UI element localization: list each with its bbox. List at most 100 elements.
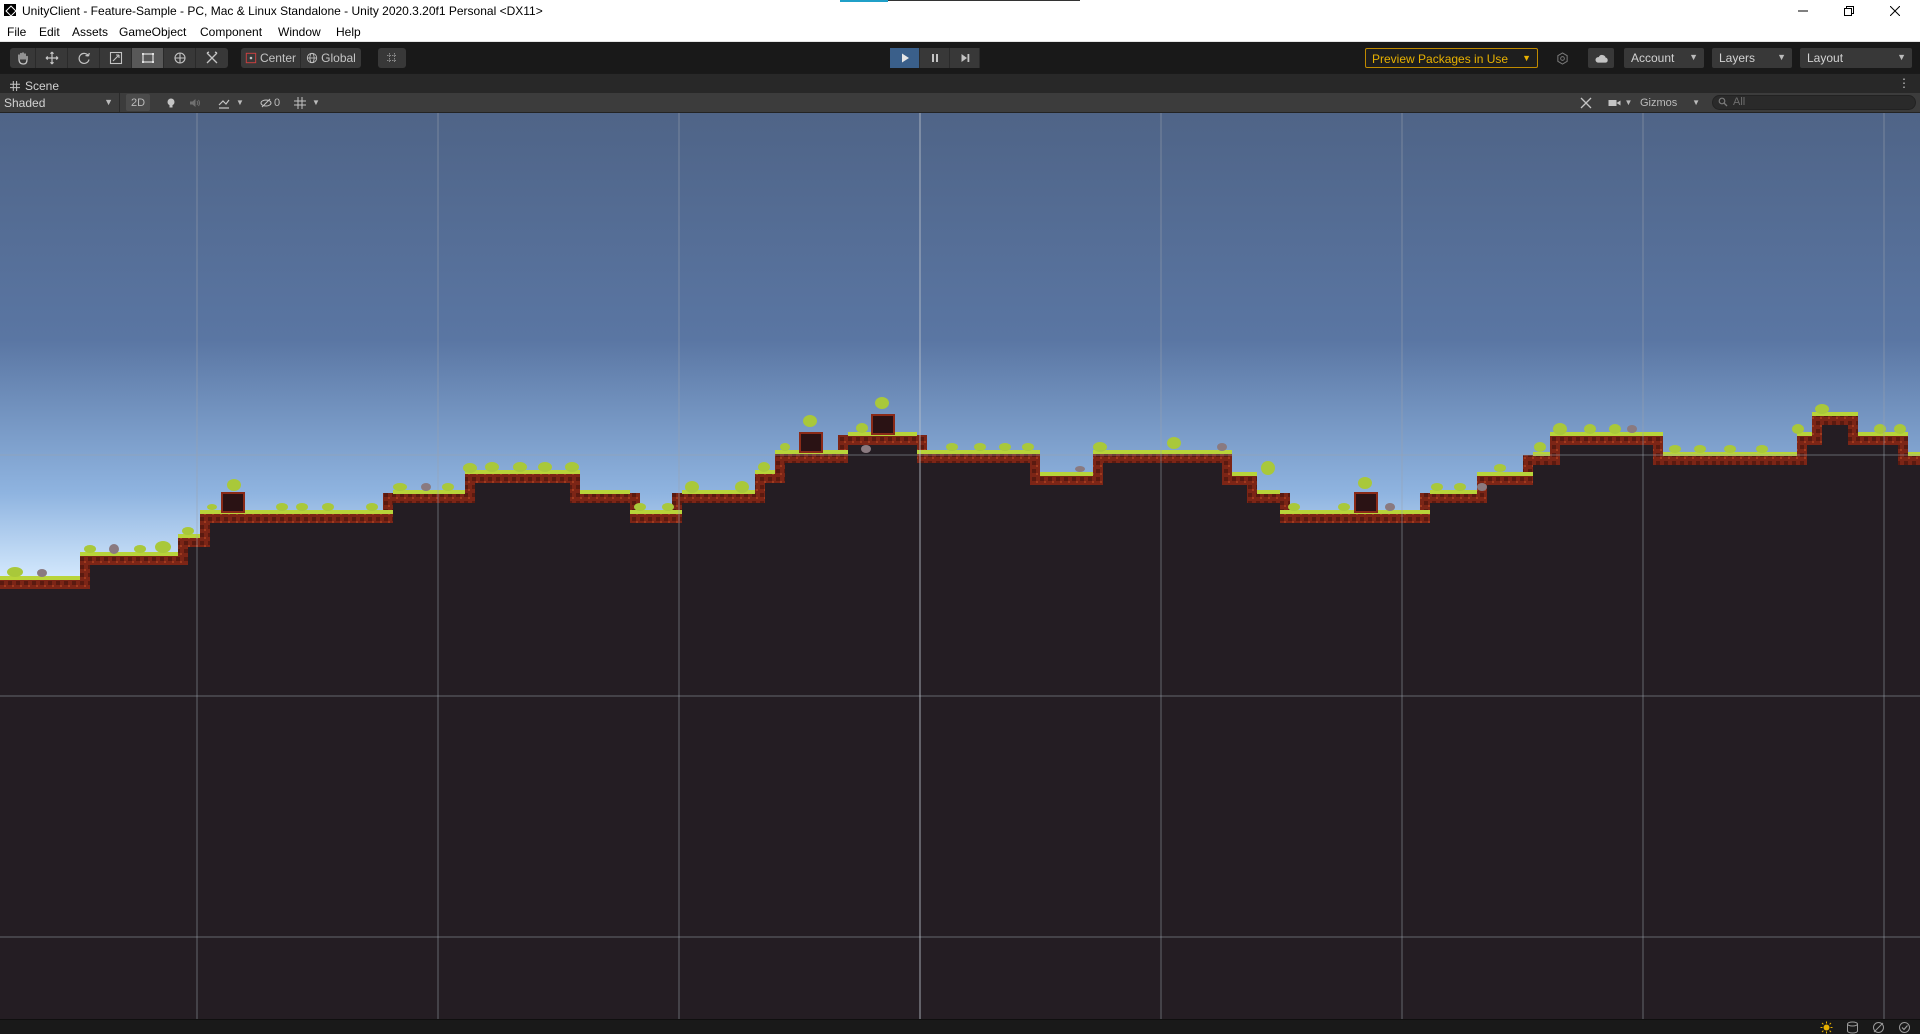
camera-icon <box>1608 99 1621 106</box>
close-icon <box>1890 6 1900 16</box>
scene-view-canvas[interactable] <box>0 113 1920 1019</box>
preview-packages-button[interactable]: Preview Packages in Use ▼ <box>1365 48 1538 68</box>
chevron-down-icon: ▼ <box>1777 52 1786 62</box>
window-title: UnityClient - Feature-Sample - PC, Mac &… <box>22 4 543 18</box>
collab-button[interactable] <box>1549 48 1575 68</box>
menu-bar: File Edit Assets GameObject Component Wi… <box>0 22 1920 42</box>
minimize-icon <box>1798 10 1808 12</box>
pause-icon <box>931 54 938 62</box>
rect-tool-icon <box>141 53 154 63</box>
chevron-down-icon: ▼ <box>1624 98 1633 107</box>
move-tool-button[interactable] <box>36 48 68 68</box>
chevron-down-icon: ▼ <box>1522 53 1531 63</box>
chevron-down-icon: ▼ <box>1689 52 1698 62</box>
play-controls <box>890 48 980 68</box>
restore-icon <box>1844 6 1854 16</box>
chevron-down-icon: ▼ <box>104 97 113 107</box>
cache-icon[interactable] <box>1846 1021 1859 1034</box>
play-button[interactable] <box>890 48 920 68</box>
more-options-icon[interactable]: ⋮ <box>1898 76 1910 90</box>
pivot-rotation-toggle[interactable]: Global <box>301 48 361 68</box>
status-bar <box>0 1019 1920 1034</box>
pivot-mode-label: Center <box>259 51 296 65</box>
effects-icon <box>218 99 230 109</box>
unity-logo-icon <box>4 4 16 16</box>
audio-toggle[interactable] <box>184 94 206 111</box>
menu-component[interactable]: Component <box>200 25 262 39</box>
scene-tab-bar: Scene ⋮ <box>0 73 1920 93</box>
menu-window[interactable]: Window <box>278 25 321 39</box>
step-icon <box>961 54 969 62</box>
pivot-mode-toggle[interactable]: Center <box>241 48 301 68</box>
chevron-down-icon: ▼ <box>1897 52 1906 62</box>
custom-tool-button[interactable] <box>196 48 228 68</box>
rect-tool-button[interactable] <box>132 48 164 68</box>
hand-icon <box>17 52 28 65</box>
hidden-objects-toggle[interactable]: 0 <box>256 94 284 111</box>
menu-edit[interactable]: Edit <box>39 25 60 39</box>
account-dropdown[interactable]: Account ▼ <box>1624 48 1704 68</box>
step-button[interactable] <box>950 48 980 68</box>
2d-label: 2D <box>130 96 146 109</box>
gizmos-label: Gizmos <box>1640 96 1678 109</box>
draw-mode-dropdown[interactable]: Shaded ▼ <box>0 93 120 112</box>
pause-button[interactable] <box>920 48 950 68</box>
scene-viewport[interactable] <box>0 113 1920 1019</box>
lightbulb-icon <box>167 98 175 107</box>
scene-tab-label: Scene <box>25 78 60 93</box>
network-icon[interactable] <box>1872 1021 1885 1034</box>
account-label: Account <box>1631 51 1675 65</box>
grid-icon <box>294 96 307 109</box>
eye-slash-icon <box>260 98 272 107</box>
collab-icon <box>1556 51 1568 65</box>
tools-icon <box>206 51 218 64</box>
hidden-count: 0 <box>273 96 281 109</box>
scene-tools-button[interactable] <box>1576 94 1596 111</box>
title-progress-indicator <box>840 0 1080 2</box>
grid-dropdown[interactable]: ▼ <box>290 94 324 111</box>
layers-label: Layers <box>1719 51 1756 65</box>
menu-assets[interactable]: Assets <box>72 25 108 39</box>
tab-scene[interactable]: Scene <box>0 74 67 94</box>
grid-snap-group <box>378 48 406 68</box>
draw-mode-label: Shaded <box>4 96 46 110</box>
hand-tool-button[interactable] <box>10 48 36 68</box>
scale-tool-button[interactable] <box>100 48 132 68</box>
search-icon <box>1718 97 1728 107</box>
transform-tools <box>10 48 228 68</box>
transform-icon <box>173 52 186 64</box>
cloud-button[interactable] <box>1588 48 1614 68</box>
chevron-down-icon: ▼ <box>1692 98 1700 107</box>
close-button[interactable] <box>1872 0 1918 22</box>
grid-snap-icon <box>387 53 397 63</box>
camera-dropdown[interactable]: ▼ <box>1604 94 1636 111</box>
scene-toolbar: Shaded ▼ 2D ▼ 0 ▼ ▼ Gizmos ▼ All <box>0 93 1920 113</box>
check-icon[interactable] <box>1898 1021 1911 1034</box>
gizmos-dropdown[interactable]: Gizmos ▼ <box>1638 94 1704 111</box>
layers-dropdown[interactable]: Layers ▼ <box>1712 48 1792 68</box>
menu-gameobject[interactable]: GameObject <box>119 25 186 39</box>
layout-label: Layout <box>1807 51 1844 65</box>
scene-search-input[interactable]: All <box>1712 95 1916 110</box>
menu-help[interactable]: Help <box>336 25 361 39</box>
pivot-center-icon <box>245 52 257 64</box>
grid-snapping-button[interactable] <box>378 48 406 68</box>
menu-file[interactable]: File <box>7 25 26 39</box>
layout-dropdown[interactable]: Layout ▼ <box>1800 48 1912 68</box>
move-icon <box>45 51 58 65</box>
minimize-button[interactable] <box>1780 0 1826 22</box>
maximize-button[interactable] <box>1826 0 1872 22</box>
effects-dropdown[interactable]: ▼ <box>214 94 248 111</box>
lighting-icon[interactable] <box>1820 1021 1833 1034</box>
search-placeholder: All <box>1733 96 1746 108</box>
lighting-toggle[interactable] <box>160 94 182 111</box>
preview-packages-label: Preview Packages in Use <box>1372 52 1509 66</box>
tools-icon <box>1580 97 1592 108</box>
rotate-tool-button[interactable] <box>68 48 100 68</box>
2d-toggle[interactable]: 2D <box>126 94 150 111</box>
globe-icon <box>307 52 318 64</box>
transform-tool-button[interactable] <box>164 48 196 68</box>
cloud-icon <box>1595 54 1608 63</box>
play-icon <box>901 53 909 63</box>
title-bar: UnityClient - Feature-Sample - PC, Mac &… <box>0 0 1920 22</box>
